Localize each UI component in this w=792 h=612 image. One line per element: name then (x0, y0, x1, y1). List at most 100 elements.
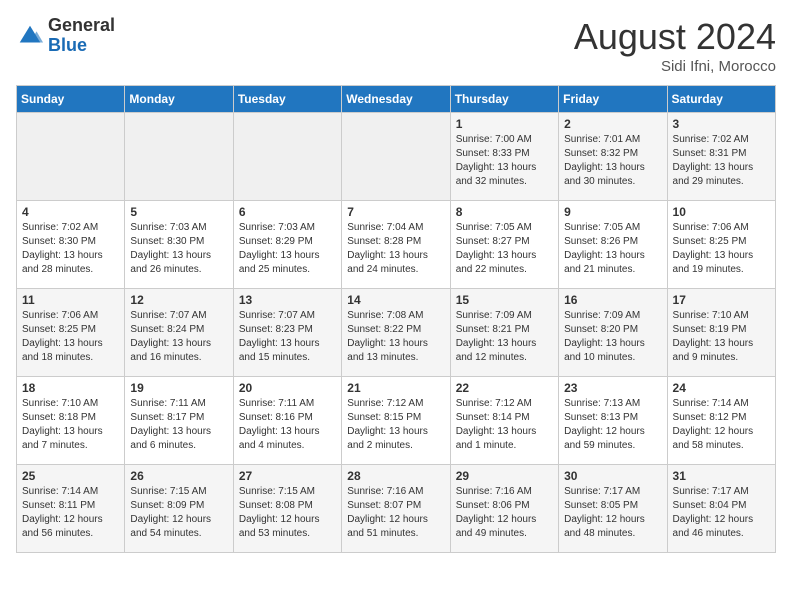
logo-text: General Blue (48, 16, 115, 56)
logo-icon (16, 22, 44, 50)
day-info: Sunrise: 7:03 AM Sunset: 8:29 PM Dayligh… (239, 221, 336, 277)
header-monday: Monday (125, 86, 233, 113)
week-row-3: 11 Sunrise: 7:06 AM Sunset: 8:25 PM Dayli… (17, 289, 776, 377)
calendar-cell: 24 Sunrise: 7:14 AM Sunset: 8:12 PM Dayli… (667, 377, 775, 465)
day-info: Sunrise: 7:12 AM Sunset: 8:15 PM Dayligh… (347, 397, 444, 453)
day-info: Sunrise: 7:02 AM Sunset: 8:31 PM Dayligh… (673, 133, 770, 189)
day-number: 13 (239, 293, 336, 307)
day-info: Sunrise: 7:13 AM Sunset: 8:13 PM Dayligh… (564, 397, 661, 453)
day-info: Sunrise: 7:16 AM Sunset: 8:07 PM Dayligh… (347, 485, 444, 541)
day-info: Sunrise: 7:06 AM Sunset: 8:25 PM Dayligh… (22, 309, 119, 365)
calendar-cell: 31 Sunrise: 7:17 AM Sunset: 8:04 PM Dayli… (667, 465, 775, 553)
day-info: Sunrise: 7:15 AM Sunset: 8:08 PM Dayligh… (239, 485, 336, 541)
location: Sidi Ifni, Morocco (574, 58, 776, 75)
calendar-cell: 23 Sunrise: 7:13 AM Sunset: 8:13 PM Dayli… (559, 377, 667, 465)
week-row-5: 25Sunrise: 7:14 AM Sunset: 8:11 PM Dayli… (17, 465, 776, 553)
calendar-cell: 15 Sunrise: 7:09 AM Sunset: 8:21 PM Dayli… (450, 289, 558, 377)
calendar-cell: 8Sunrise: 7:05 AM Sunset: 8:27 PM Daylig… (450, 201, 558, 289)
day-number: 30 (564, 469, 661, 483)
day-number: 14 (347, 293, 444, 307)
day-number: 21 (347, 381, 444, 395)
week-row-2: 4 Sunrise: 7:02 AM Sunset: 8:30 PM Daylig… (17, 201, 776, 289)
day-info: Sunrise: 7:02 AM Sunset: 8:30 PM Dayligh… (22, 221, 119, 277)
calendar-cell: 5 Sunrise: 7:03 AM Sunset: 8:30 PM Daylig… (125, 201, 233, 289)
day-number: 24 (673, 381, 770, 395)
day-info: Sunrise: 7:10 AM Sunset: 8:19 PM Dayligh… (673, 309, 770, 365)
day-info: Sunrise: 7:03 AM Sunset: 8:30 PM Dayligh… (130, 221, 227, 277)
day-number: 6 (239, 205, 336, 219)
day-number: 28 (347, 469, 444, 483)
day-info: Sunrise: 7:17 AM Sunset: 8:04 PM Dayligh… (673, 485, 770, 541)
header-saturday: Saturday (667, 86, 775, 113)
calendar-cell: 17Sunrise: 7:10 AM Sunset: 8:19 PM Dayli… (667, 289, 775, 377)
calendar-cell: 26Sunrise: 7:15 AM Sunset: 8:09 PM Dayli… (125, 465, 233, 553)
calendar-cell (342, 113, 450, 201)
calendar-cell: 16Sunrise: 7:09 AM Sunset: 8:20 PM Dayli… (559, 289, 667, 377)
day-number: 20 (239, 381, 336, 395)
header-thursday: Thursday (450, 86, 558, 113)
day-number: 22 (456, 381, 553, 395)
calendar-cell: 13 Sunrise: 7:07 AM Sunset: 8:23 PM Dayli… (233, 289, 341, 377)
day-number: 4 (22, 205, 119, 219)
logo-general: General (48, 16, 115, 36)
title-block: August 2024 Sidi Ifni, Morocco (574, 16, 776, 75)
day-number: 15 (456, 293, 553, 307)
day-info: Sunrise: 7:10 AM Sunset: 8:18 PM Dayligh… (22, 397, 119, 453)
calendar-cell: 29Sunrise: 7:16 AM Sunset: 8:06 PM Dayli… (450, 465, 558, 553)
calendar-cell: 22 Sunrise: 7:12 AM Sunset: 8:14 PM Dayli… (450, 377, 558, 465)
calendar-cell: 7Sunrise: 7:04 AM Sunset: 8:28 PM Daylig… (342, 201, 450, 289)
calendar-cell: 1 Sunrise: 7:00 AM Sunset: 8:33 PM Daylig… (450, 113, 558, 201)
calendar-cell: 2 Sunrise: 7:01 AM Sunset: 8:32 PM Daylig… (559, 113, 667, 201)
calendar-cell: 10Sunrise: 7:06 AM Sunset: 8:25 PM Dayli… (667, 201, 775, 289)
calendar-cell: 4 Sunrise: 7:02 AM Sunset: 8:30 PM Daylig… (17, 201, 125, 289)
day-number: 19 (130, 381, 227, 395)
calendar-cell: 19 Sunrise: 7:11 AM Sunset: 8:17 PM Dayli… (125, 377, 233, 465)
calendar-cell: 9Sunrise: 7:05 AM Sunset: 8:26 PM Daylig… (559, 201, 667, 289)
logo-blue: Blue (48, 36, 115, 56)
header-wednesday: Wednesday (342, 86, 450, 113)
calendar-cell: 6 Sunrise: 7:03 AM Sunset: 8:29 PM Daylig… (233, 201, 341, 289)
calendar-body: 1 Sunrise: 7:00 AM Sunset: 8:33 PM Daylig… (17, 113, 776, 553)
day-number: 8 (456, 205, 553, 219)
page-header: General Blue August 2024 Sidi Ifni, Moro… (16, 16, 776, 75)
day-number: 16 (564, 293, 661, 307)
day-number: 5 (130, 205, 227, 219)
calendar-cell: 20 Sunrise: 7:11 AM Sunset: 8:16 PM Dayli… (233, 377, 341, 465)
day-number: 10 (673, 205, 770, 219)
day-number: 31 (673, 469, 770, 483)
month-year: August 2024 (574, 16, 776, 58)
week-row-4: 18 Sunrise: 7:10 AM Sunset: 8:18 PM Dayli… (17, 377, 776, 465)
day-number: 23 (564, 381, 661, 395)
day-info: Sunrise: 7:11 AM Sunset: 8:17 PM Dayligh… (130, 397, 227, 453)
day-number: 25 (22, 469, 119, 483)
day-info: Sunrise: 7:17 AM Sunset: 8:05 PM Dayligh… (564, 485, 661, 541)
day-number: 26 (130, 469, 227, 483)
calendar-cell: 21 Sunrise: 7:12 AM Sunset: 8:15 PM Dayli… (342, 377, 450, 465)
week-row-1: 1 Sunrise: 7:00 AM Sunset: 8:33 PM Daylig… (17, 113, 776, 201)
day-number: 27 (239, 469, 336, 483)
calendar-cell: 28 Sunrise: 7:16 AM Sunset: 8:07 PM Dayli… (342, 465, 450, 553)
day-info: Sunrise: 7:07 AM Sunset: 8:24 PM Dayligh… (130, 309, 227, 365)
day-number: 7 (347, 205, 444, 219)
day-info: Sunrise: 7:01 AM Sunset: 8:32 PM Dayligh… (564, 133, 661, 189)
calendar-cell: 3 Sunrise: 7:02 AM Sunset: 8:31 PM Daylig… (667, 113, 775, 201)
logo: General Blue (16, 16, 115, 56)
day-number: 18 (22, 381, 119, 395)
day-info: Sunrise: 7:12 AM Sunset: 8:14 PM Dayligh… (456, 397, 553, 453)
day-number: 1 (456, 117, 553, 131)
day-info: Sunrise: 7:16 AM Sunset: 8:06 PM Dayligh… (456, 485, 553, 541)
day-info: Sunrise: 7:11 AM Sunset: 8:16 PM Dayligh… (239, 397, 336, 453)
calendar-cell: 18 Sunrise: 7:10 AM Sunset: 8:18 PM Dayli… (17, 377, 125, 465)
header-friday: Friday (559, 86, 667, 113)
day-info: Sunrise: 7:07 AM Sunset: 8:23 PM Dayligh… (239, 309, 336, 365)
day-number: 11 (22, 293, 119, 307)
day-info: Sunrise: 7:09 AM Sunset: 8:21 PM Dayligh… (456, 309, 553, 365)
calendar-cell (125, 113, 233, 201)
day-number: 2 (564, 117, 661, 131)
day-info: Sunrise: 7:14 AM Sunset: 8:12 PM Dayligh… (673, 397, 770, 453)
header-row: Sunday Monday Tuesday Wednesday Thursday… (17, 86, 776, 113)
day-number: 3 (673, 117, 770, 131)
day-info: Sunrise: 7:08 AM Sunset: 8:22 PM Dayligh… (347, 309, 444, 365)
header-tuesday: Tuesday (233, 86, 341, 113)
day-info: Sunrise: 7:00 AM Sunset: 8:33 PM Dayligh… (456, 133, 553, 189)
